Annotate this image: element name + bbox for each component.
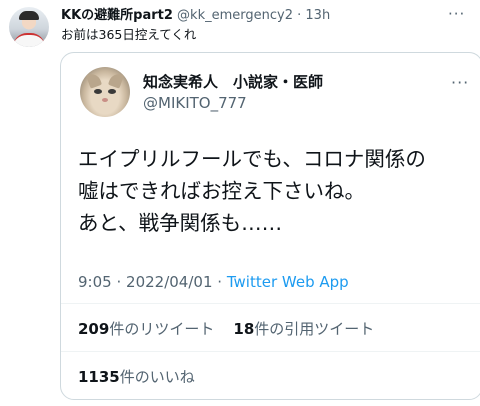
quotes-label: 件の引用ツイート: [254, 320, 375, 338]
quoted-tweet-card[interactable]: 知念実希人 小説家・医師 @MIKITO_777 ··· エイプリルフールでも、…: [60, 52, 480, 400]
cat-eye: [94, 89, 102, 94]
tweet-date[interactable]: 2022/04/01: [126, 273, 212, 291]
display-name[interactable]: KKの避難所part2: [61, 8, 173, 23]
avatar[interactable]: [80, 67, 130, 117]
divider: [61, 303, 480, 304]
likes-stat[interactable]: 1135件のいいね: [78, 366, 195, 387]
tweet-line: エイプリルフールでも、コロナ関係の: [78, 147, 426, 171]
display-name[interactable]: 知念実希人 小説家・医師: [143, 71, 323, 92]
quotes-count: 18: [233, 320, 255, 338]
separator: ·: [297, 8, 302, 23]
cat-ear: [107, 71, 125, 89]
shirt-shape: [13, 33, 45, 47]
more-dots-icon[interactable]: ···: [451, 73, 469, 92]
cap-shape: [19, 11, 39, 20]
tweet-line: あと、戦争関係も……: [78, 211, 283, 235]
tweet-body: エイプリルフールでも、コロナ関係の 嘘はできればお控え下さいね。 あと、戦争関係…: [78, 143, 473, 239]
likes-label: 件のいいね: [119, 368, 195, 386]
quotes-stat[interactable]: 18件の引用ツイート: [233, 320, 374, 338]
cat-ear: [85, 71, 103, 89]
retweets-label: 件のリツイート: [109, 320, 215, 338]
source-link[interactable]: Twitter Web App: [227, 273, 349, 291]
tweet-line: 嘘はできればお控え下さいね。: [78, 179, 365, 203]
separator: ·: [217, 273, 223, 291]
avatar[interactable]: [9, 7, 49, 47]
separator: ·: [116, 273, 122, 291]
divider: [61, 351, 480, 352]
engagement-stats: 209件のリツイート 18件の引用ツイート: [78, 318, 374, 339]
handle[interactable]: @kk_emergency2: [177, 8, 293, 23]
tweet-header: KKの避難所part2 @kk_emergency2 · 13h: [61, 4, 330, 23]
cat-eye: [108, 89, 116, 94]
more-dots-icon[interactable]: ···: [448, 5, 470, 23]
tweet-time[interactable]: 9:05: [78, 273, 112, 291]
timestamp[interactable]: 13h: [305, 8, 330, 23]
tweet-timestamp: 9:05 · 2022/04/01 · Twitter Web App: [78, 273, 349, 291]
likes-count: 1135: [78, 368, 120, 386]
handle[interactable]: @MIKITO_777: [143, 94, 247, 112]
retweets-count: 209: [78, 320, 110, 338]
cat-nose: [102, 98, 108, 102]
retweets-stat[interactable]: 209件のリツイート: [78, 320, 214, 338]
tweet-text: お前は365日控えてくれ: [61, 27, 197, 42]
